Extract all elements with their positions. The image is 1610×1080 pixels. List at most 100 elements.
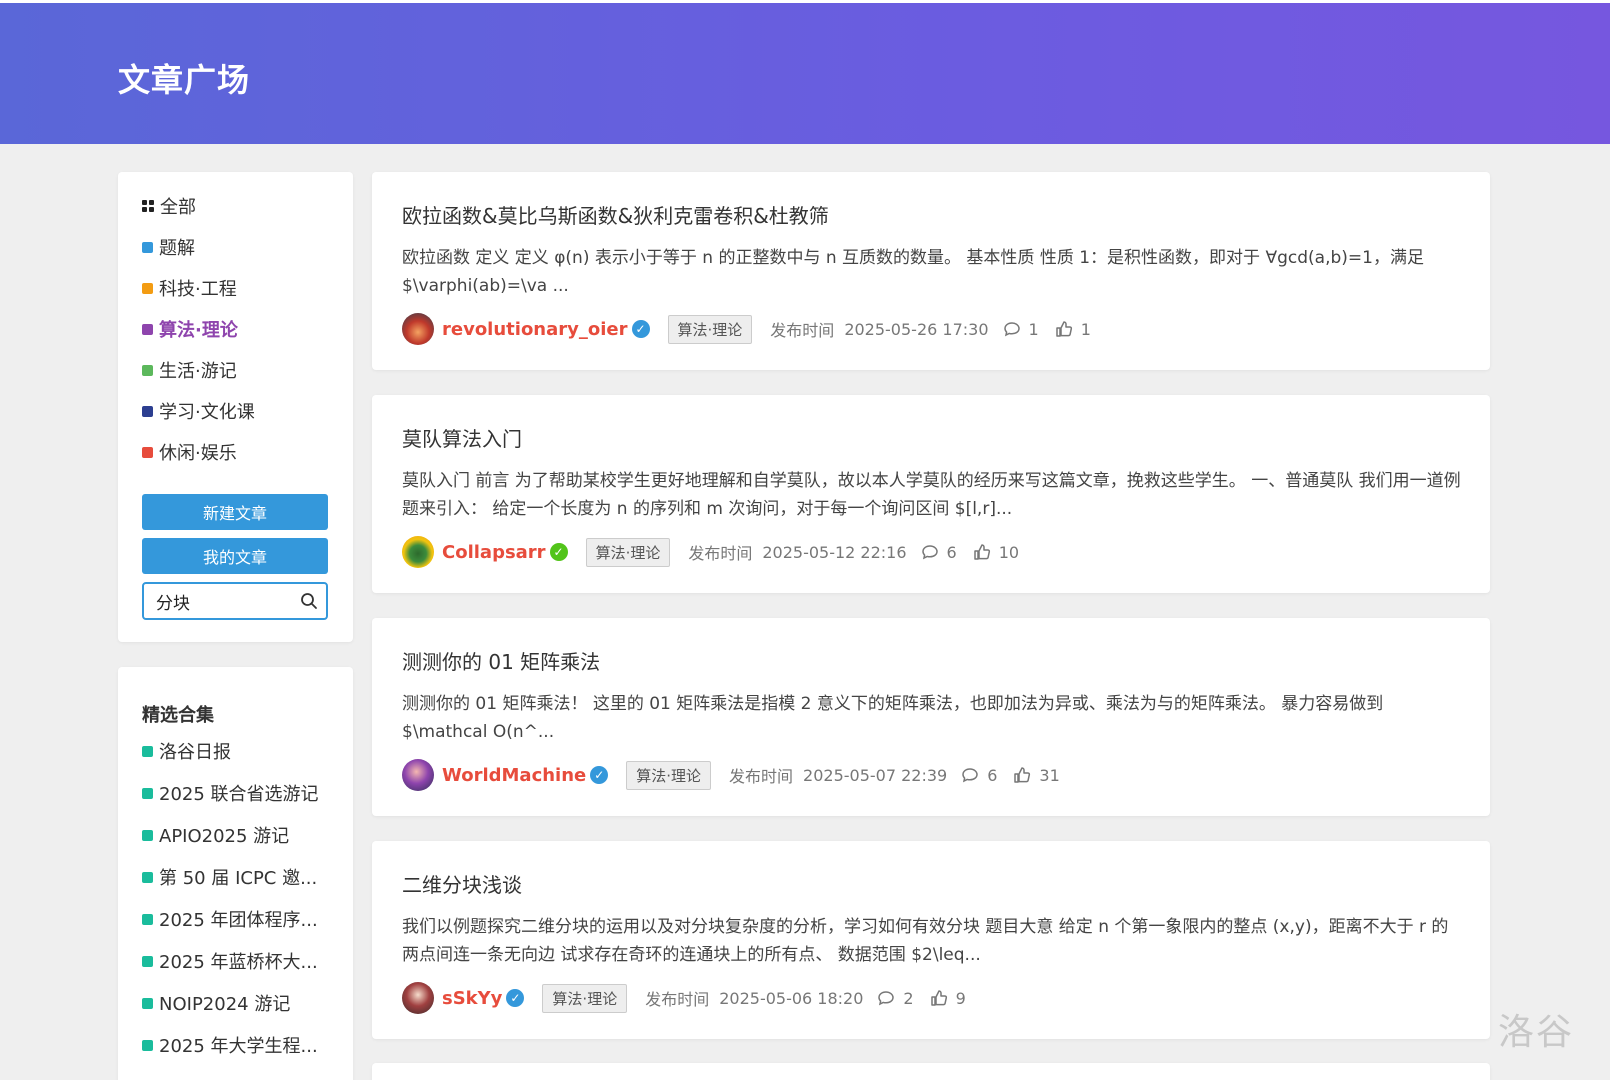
category-panel: 全部 题解 科技·工程 算法·理论 生活·游记 学习·文化课 休闲·娱乐 新建文… [118, 172, 353, 642]
category-label: 学习·文化课 [159, 402, 255, 423]
category-tag[interactable]: 算法·理论 [626, 760, 712, 790]
thumbs-up-icon[interactable] [930, 989, 948, 1007]
color-square-icon [142, 955, 153, 967]
category-label: 生活·游记 [159, 361, 237, 382]
article-card-partial [372, 1063, 1490, 1080]
category-tag[interactable]: 算法·理论 [585, 537, 671, 567]
luogu-watermark: 洛谷 [1498, 1012, 1575, 1053]
verified-badge-icon: ✓ [506, 989, 525, 1007]
collection-item[interactable]: APIO2025 游记 [142, 823, 289, 847]
article-meta: sSkYy ✓ 算法·理论 发布时间 2025-05-06 18:20 2 9 [402, 982, 982, 1014]
thumbs-up-icon[interactable] [1055, 320, 1073, 338]
collection-label: 2025 年团体程序... [159, 910, 318, 931]
publish-time: 2025-05-06 18:20 [719, 988, 864, 1008]
article-title[interactable]: 测测你的 01 矩阵乘法 [402, 646, 600, 675]
collection-label: NOIP2024 游记 [159, 994, 291, 1015]
color-square-icon [142, 241, 153, 253]
color-square-icon [142, 364, 153, 376]
category-study[interactable]: 学习·文化课 [142, 399, 255, 423]
search-icon[interactable] [300, 592, 318, 610]
category-tag[interactable]: 算法·理论 [542, 983, 628, 1013]
comment-count: 2 [903, 988, 914, 1008]
category-life[interactable]: 生活·游记 [142, 358, 237, 382]
article-title[interactable]: 欧拉函数&莫比乌斯函数&狄利克雷卷积&杜教筛 [402, 200, 829, 229]
search-input[interactable] [156, 591, 300, 611]
my-articles-button[interactable]: 我的文章 [142, 538, 328, 574]
thumbs-up-icon[interactable] [973, 543, 991, 561]
grid-icon [142, 200, 154, 212]
new-article-button[interactable]: 新建文章 [142, 494, 328, 530]
category-tag[interactable]: 算法·理论 [667, 314, 753, 344]
comment-count: 1 [1028, 319, 1039, 339]
avatar[interactable] [402, 759, 434, 791]
article-summary: 我们以例题探究二维分块的运用以及对分块复杂度的分析，学习如何有效分块 题目大意 … [402, 917, 1449, 965]
color-square-icon [142, 997, 153, 1009]
color-square-icon [142, 323, 153, 335]
article-summary: 欧拉函数 定义 定义 φ(n) 表示小于等于 n 的正整数中与 n 互质数的数量… [402, 248, 1424, 296]
collection-item[interactable]: 2025 年团体程序... [142, 907, 318, 931]
article-meta: Collapsarr ✓ 算法·理论 发布时间 2025-05-12 22:16… [402, 536, 1035, 568]
color-square-icon [142, 871, 153, 883]
collection-label: 2025 联合省选游记 [159, 784, 319, 805]
article-title[interactable]: 二维分块浅谈 [402, 869, 522, 898]
collection-item[interactable]: 2025 年大学生程... [142, 1033, 318, 1057]
collection-item[interactable]: 第 50 届 ICPC 邀... [142, 865, 317, 889]
article-meta: revolutionary_oier ✓ 算法·理论 发布时间 2025-05-… [402, 313, 1107, 345]
collection-label: 2025 年大学生程... [159, 1036, 318, 1057]
comment-icon [921, 543, 939, 561]
article-card: 二维分块浅谈 我们以例题探究二维分块的运用以及对分块复杂度的分析，学习如何有效分… [372, 841, 1490, 1039]
publish-time-label: 发布时间 [729, 767, 794, 786]
category-label: 全部 [160, 197, 196, 218]
collection-item[interactable]: 2025 年蓝桥杯大... [142, 949, 318, 973]
color-square-icon [142, 829, 153, 841]
article-title[interactable]: 莫队算法入门 [402, 423, 522, 452]
color-square-icon [142, 1039, 153, 1051]
category-solutions[interactable]: 题解 [142, 235, 195, 259]
comment-icon [1003, 320, 1021, 338]
collection-item[interactable]: 洛谷日报 [142, 739, 231, 763]
article-card: 测测你的 01 矩阵乘法 测测你的 01 矩阵乘法！ 这里的 01 矩阵乘法是指… [372, 618, 1490, 816]
publish-time: 2025-05-26 17:30 [844, 319, 989, 339]
category-leisure[interactable]: 休闲·娱乐 [142, 440, 237, 464]
category-algorithm[interactable]: 算法·理论 [142, 317, 238, 341]
author-name[interactable]: WorldMachine [442, 765, 586, 786]
article-summary: 测测你的 01 矩阵乘法！ 这里的 01 矩阵乘法是指模 2 意义下的矩阵乘法，… [402, 694, 1384, 742]
collection-item[interactable]: NOIP2024 游记 [142, 991, 290, 1015]
author-name[interactable]: revolutionary_oier [442, 319, 628, 340]
color-square-icon [142, 913, 153, 925]
publish-time-label: 发布时间 [688, 544, 753, 563]
avatar[interactable] [402, 982, 434, 1014]
color-square-icon [142, 282, 153, 294]
verified-badge-icon: ✓ [631, 320, 650, 338]
category-label: 休闲·娱乐 [159, 443, 237, 464]
avatar[interactable] [402, 536, 434, 568]
publish-time: 2025-05-07 22:39 [803, 765, 948, 785]
publish-time: 2025-05-12 22:16 [762, 542, 907, 562]
like-count: 1 [1080, 319, 1091, 339]
author-name[interactable]: Collapsarr [442, 542, 546, 563]
like-count: 10 [998, 542, 1020, 562]
color-square-icon [142, 446, 153, 458]
publish-time-label: 发布时间 [645, 990, 710, 1009]
comment-count: 6 [946, 542, 957, 562]
author-name[interactable]: sSkYy [442, 988, 502, 1009]
article-summary: 莫队入门 前言 为了帮助某校学生更好地理解和自学莫队，故以本人学莫队的经历来写这… [402, 471, 1461, 519]
collections-panel: 精选合集 洛谷日报 2025 联合省选游记 APIO2025 游记 第 50 届… [118, 667, 353, 1080]
avatar[interactable] [402, 313, 434, 345]
collections-heading: 精选合集 [142, 705, 214, 726]
category-tech[interactable]: 科技·工程 [142, 276, 237, 300]
comment-count: 6 [987, 765, 998, 785]
category-label: 算法·理论 [159, 320, 238, 341]
article-card: 莫队算法入门 莫队入门 前言 为了帮助某校学生更好地理解和自学莫队，故以本人学莫… [372, 395, 1490, 593]
category-all[interactable]: 全部 [142, 194, 196, 218]
color-square-icon [142, 787, 153, 799]
color-square-icon [142, 405, 153, 417]
comment-icon [877, 989, 895, 1007]
page-title: 文章广场 [118, 61, 251, 99]
article-card: 欧拉函数&莫比乌斯函数&狄利克雷卷积&杜教筛 欧拉函数 定义 定义 φ(n) 表… [372, 172, 1490, 370]
collection-label: 第 50 届 ICPC 邀... [159, 868, 318, 889]
thumbs-up-icon[interactable] [1013, 766, 1031, 784]
collection-item[interactable]: 2025 联合省选游记 [142, 781, 319, 805]
publish-time-label: 发布时间 [770, 321, 835, 340]
category-label: 科技·工程 [159, 279, 237, 300]
